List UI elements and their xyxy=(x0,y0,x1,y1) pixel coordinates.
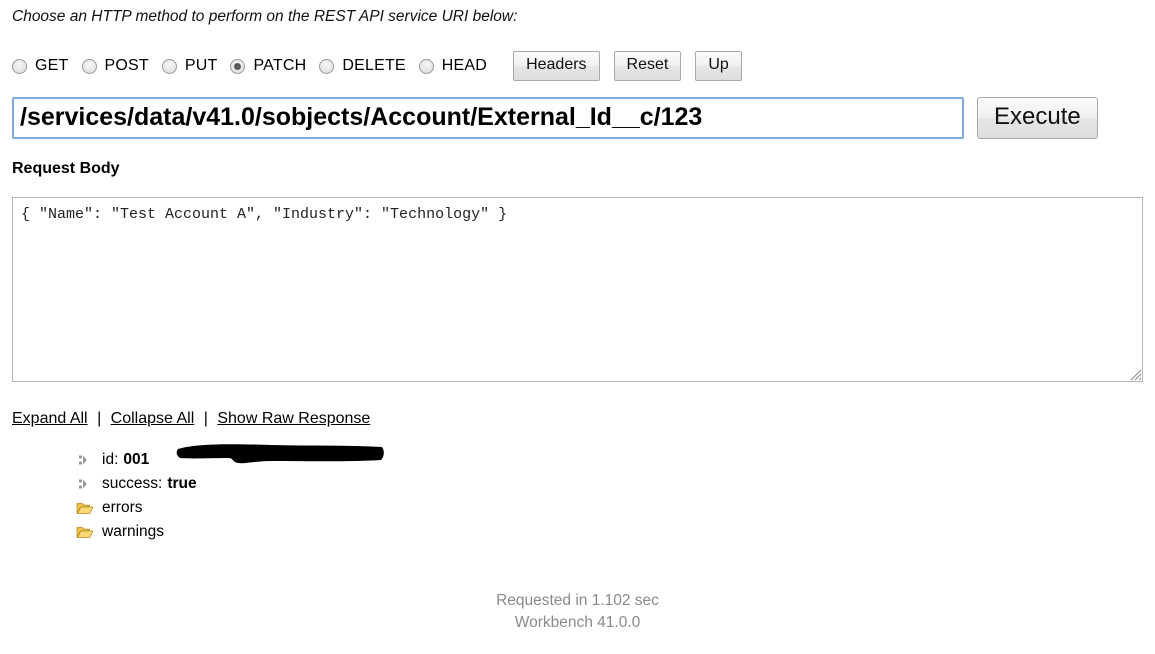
uri-row: Execute xyxy=(12,97,1098,139)
radio-label-post: POST xyxy=(104,57,149,74)
radio-label-head: HEAD xyxy=(441,57,488,74)
folder-icon[interactable] xyxy=(76,500,94,516)
radio-put-icon[interactable] xyxy=(161,58,177,74)
tree-value-success: true xyxy=(167,475,197,492)
radio-label-patch: PATCH xyxy=(253,57,307,74)
link-separator-2: | xyxy=(203,410,208,427)
execute-button[interactable]: Execute xyxy=(977,97,1098,139)
uri-input[interactable] xyxy=(12,97,964,139)
tree-row[interactable]: warnings xyxy=(76,520,197,544)
radio-get-icon[interactable] xyxy=(12,58,27,74)
radio-option-put[interactable]: PUT xyxy=(161,57,218,75)
headers-button[interactable]: Headers xyxy=(513,51,600,81)
request-body-label: Request Body xyxy=(12,160,120,177)
expand-all-link[interactable]: Expand All xyxy=(12,410,88,427)
tree-key-id: id: xyxy=(102,451,119,468)
leaf-node-icon xyxy=(79,455,87,465)
up-button[interactable]: Up xyxy=(695,51,742,81)
leaf-node-icon xyxy=(79,479,87,489)
radio-patch-icon[interactable] xyxy=(230,58,246,74)
tree-row[interactable]: success: true xyxy=(76,472,197,496)
radio-option-get[interactable]: GET xyxy=(12,57,69,75)
radio-delete-icon[interactable] xyxy=(319,58,335,74)
redaction-mark xyxy=(176,444,384,464)
link-separator-1: | xyxy=(97,410,102,427)
footer: Requested in 1.102 sec Workbench 41.0.0 xyxy=(0,590,1155,634)
requested-in-text: Requested in 1.102 sec xyxy=(496,592,659,609)
response-tree: id: 001 success: true errors warnings xyxy=(76,444,384,544)
radio-head-icon[interactable] xyxy=(418,58,434,74)
tree-key-errors: errors xyxy=(102,499,143,516)
folder-icon[interactable] xyxy=(76,524,94,540)
tree-value-id: 001 xyxy=(123,451,150,468)
response-controls: Expand All | Collapse All | Show Raw Res… xyxy=(12,410,370,428)
radio-option-post[interactable]: POST xyxy=(81,57,149,75)
radio-option-head[interactable]: HEAD xyxy=(418,57,488,75)
radio-label-get: GET xyxy=(35,57,69,74)
request-body-textarea[interactable]: { "Name": "Test Account A", "Industry": … xyxy=(12,197,1143,382)
tree-row[interactable]: errors xyxy=(76,496,197,520)
radio-option-delete[interactable]: DELETE xyxy=(319,57,406,75)
tree-key-warnings: warnings xyxy=(102,523,165,540)
tree-key-success: success: xyxy=(102,475,163,492)
radio-option-patch[interactable]: PATCH xyxy=(230,57,306,75)
http-method-row: GET POST PUT PATCH DELETE HEAD Headers R… xyxy=(12,48,742,84)
reset-button[interactable]: Reset xyxy=(613,51,682,81)
tree-row[interactable]: id: 001 xyxy=(76,444,384,472)
radio-label-delete: DELETE xyxy=(342,57,406,74)
show-raw-response-link[interactable]: Show Raw Response xyxy=(217,410,370,427)
collapse-all-link[interactable]: Collapse All xyxy=(111,410,195,427)
workbench-version-text: Workbench 41.0.0 xyxy=(514,614,641,631)
radio-label-put: PUT xyxy=(184,57,218,74)
page-instruction: Choose an HTTP method to perform on the … xyxy=(12,8,518,25)
radio-post-icon[interactable] xyxy=(81,58,97,74)
